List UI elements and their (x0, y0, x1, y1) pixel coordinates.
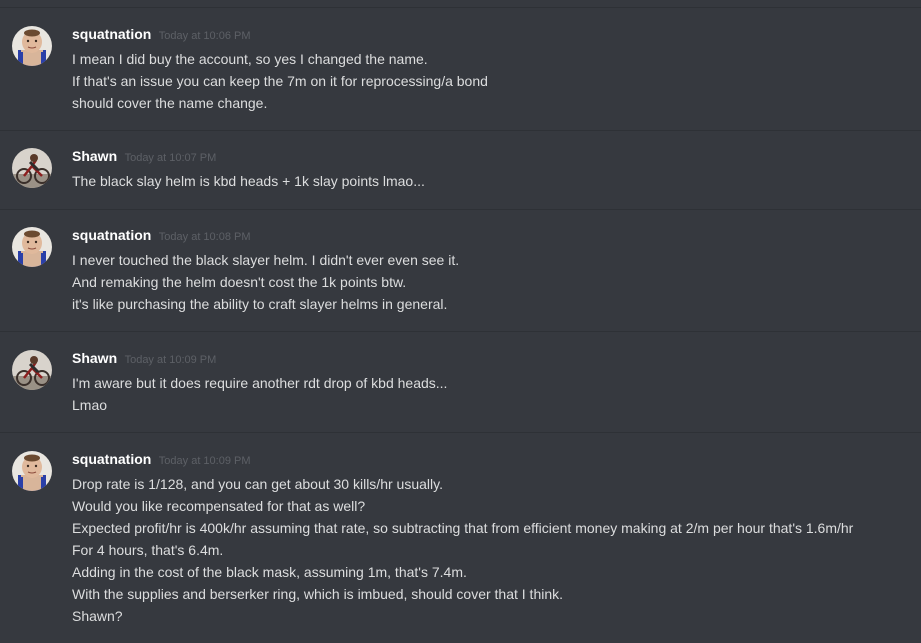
message-divider (0, 7, 921, 8)
message-line: Lmao (72, 397, 108, 413)
message-header: squatnation Today at 10:08 PM (72, 227, 251, 247)
message-content: The black slay helm is kbd heads + 1k sl… (72, 170, 921, 192)
message-line: I'm aware but it does require another rd… (72, 375, 448, 391)
timestamp: Today at 10:09 PM (124, 354, 217, 366)
squatnation-avatar-icon[interactable] (12, 26, 52, 66)
username[interactable]: squatnation (72, 451, 151, 467)
message-line: For 4 hours, that's 6.4m. (72, 542, 224, 558)
message-content: I never touched the black slayer helm. I… (72, 249, 921, 315)
timestamp: Today at 10:06 PM (158, 30, 251, 42)
message-header: squatnation Today at 10:06 PM (72, 26, 251, 46)
chat-messages: squatnation Today at 10:06 PM I mean I d… (0, 0, 921, 643)
message-divider (0, 130, 921, 131)
message-header: Shawn Today at 10:09 PM (72, 350, 216, 370)
message-content: I'm aware but it does require another rd… (72, 372, 921, 416)
username[interactable]: Shawn (72, 148, 117, 164)
timestamp: Today at 10:08 PM (158, 231, 251, 243)
message-divider (0, 432, 921, 433)
message-content: I mean I did buy the account, so yes I c… (72, 48, 921, 114)
message-line: I never touched the black slayer helm. I… (72, 252, 460, 268)
shawn-avatar-icon[interactable] (12, 148, 52, 188)
timestamp: Today at 10:09 PM (158, 455, 251, 467)
message-line: it's like purchasing the ability to craf… (72, 296, 448, 312)
squatnation-avatar-icon[interactable] (12, 451, 52, 491)
username[interactable]: Shawn (72, 350, 117, 366)
message-divider (0, 331, 921, 332)
message-line: Expected profit/hr is 400k/hr assuming t… (72, 520, 854, 536)
message-line: And remaking the helm doesn't cost the 1… (72, 274, 407, 290)
message-line: should cover the name change. (72, 95, 268, 111)
message-line: I mean I did buy the account, so yes I c… (72, 51, 428, 67)
username[interactable]: squatnation (72, 227, 151, 243)
message-line: Drop rate is 1/128, and you can get abou… (72, 476, 443, 492)
message-line: With the supplies and berserker ring, wh… (72, 586, 564, 602)
message-line: Shawn? (72, 608, 123, 624)
message-divider (0, 209, 921, 210)
message-content: Drop rate is 1/128, and you can get abou… (72, 473, 921, 627)
timestamp: Today at 10:07 PM (124, 152, 217, 164)
message-header: Shawn Today at 10:07 PM (72, 148, 216, 168)
message-line: The black slay helm is kbd heads + 1k sl… (72, 173, 425, 189)
message-line: Adding in the cost of the black mask, as… (72, 564, 467, 580)
squatnation-avatar-icon[interactable] (12, 227, 52, 267)
message-header: squatnation Today at 10:09 PM (72, 451, 251, 471)
message-line: Would you like recompensated for that as… (72, 498, 366, 514)
message-line: If that's an issue you can keep the 7m o… (72, 73, 488, 89)
shawn-avatar-icon[interactable] (12, 350, 52, 390)
username[interactable]: squatnation (72, 26, 151, 42)
